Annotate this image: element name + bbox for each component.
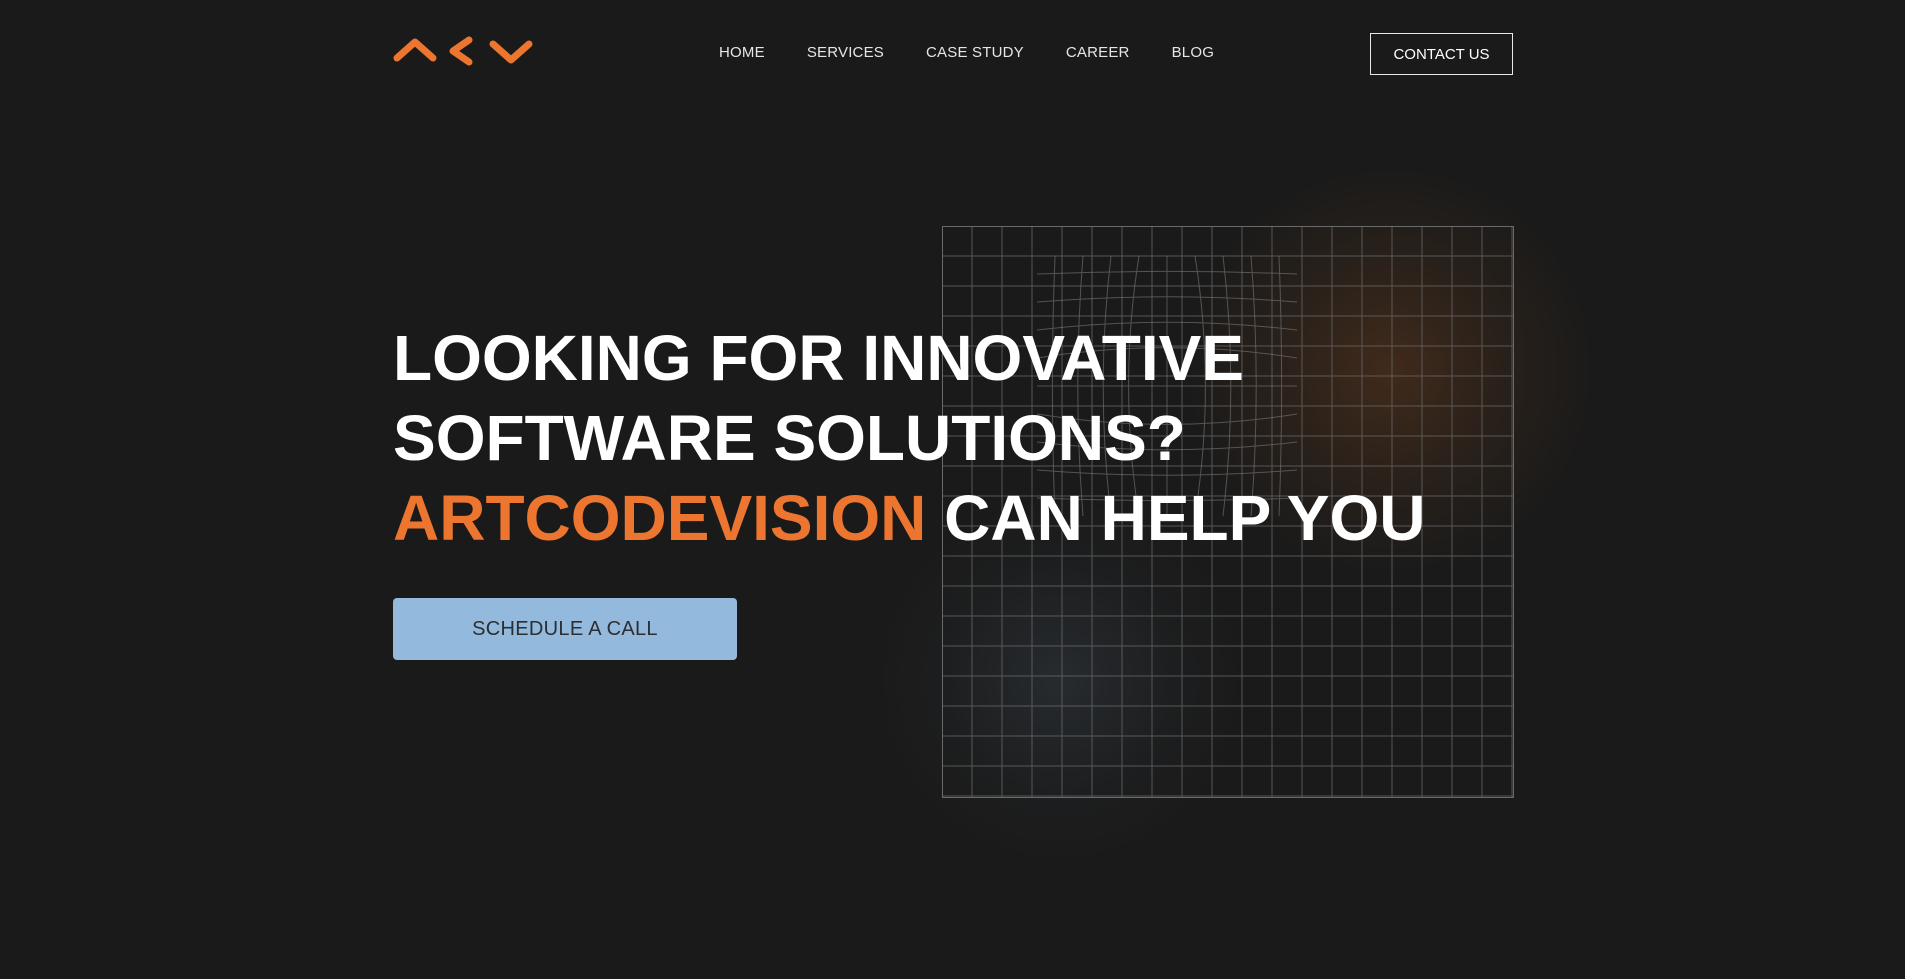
hero-line-3-rest: CAN HELP YOU [926, 482, 1426, 554]
site-header: HOME SERVICES CASE STUDY CAREER BLOG CON… [393, 32, 1513, 76]
nav-item-blog[interactable]: BLOG [1172, 44, 1214, 61]
nav-item-services[interactable]: SERVICES [807, 44, 884, 61]
nav-item-career[interactable]: CAREER [1066, 44, 1130, 61]
acv-chevrons-logo-icon [393, 36, 533, 66]
nav-item-case-study[interactable]: CASE STUDY [926, 44, 1024, 61]
main-nav: HOME SERVICES CASE STUDY CAREER BLOG [719, 44, 1214, 61]
hero-line-3: ARTCODEVISION CAN HELP YOU [393, 478, 1425, 558]
landing-page: HOME SERVICES CASE STUDY CAREER BLOG CON… [0, 0, 1905, 979]
schedule-call-button[interactable]: SCHEDULE A CALL [393, 598, 737, 660]
hero-heading: LOOKING FOR INNOVATIVE SOFTWARE SOLUTION… [393, 318, 1425, 558]
acv-logo[interactable] [393, 36, 535, 68]
contact-us-button[interactable]: CONTACT US [1370, 33, 1513, 75]
nav-item-home[interactable]: HOME [719, 44, 765, 61]
hero-line-2: SOFTWARE SOLUTIONS? [393, 402, 1186, 474]
brand-name-accent: ARTCODEVISION [393, 482, 927, 554]
hero-line-1: LOOKING FOR INNOVATIVE [393, 322, 1244, 394]
